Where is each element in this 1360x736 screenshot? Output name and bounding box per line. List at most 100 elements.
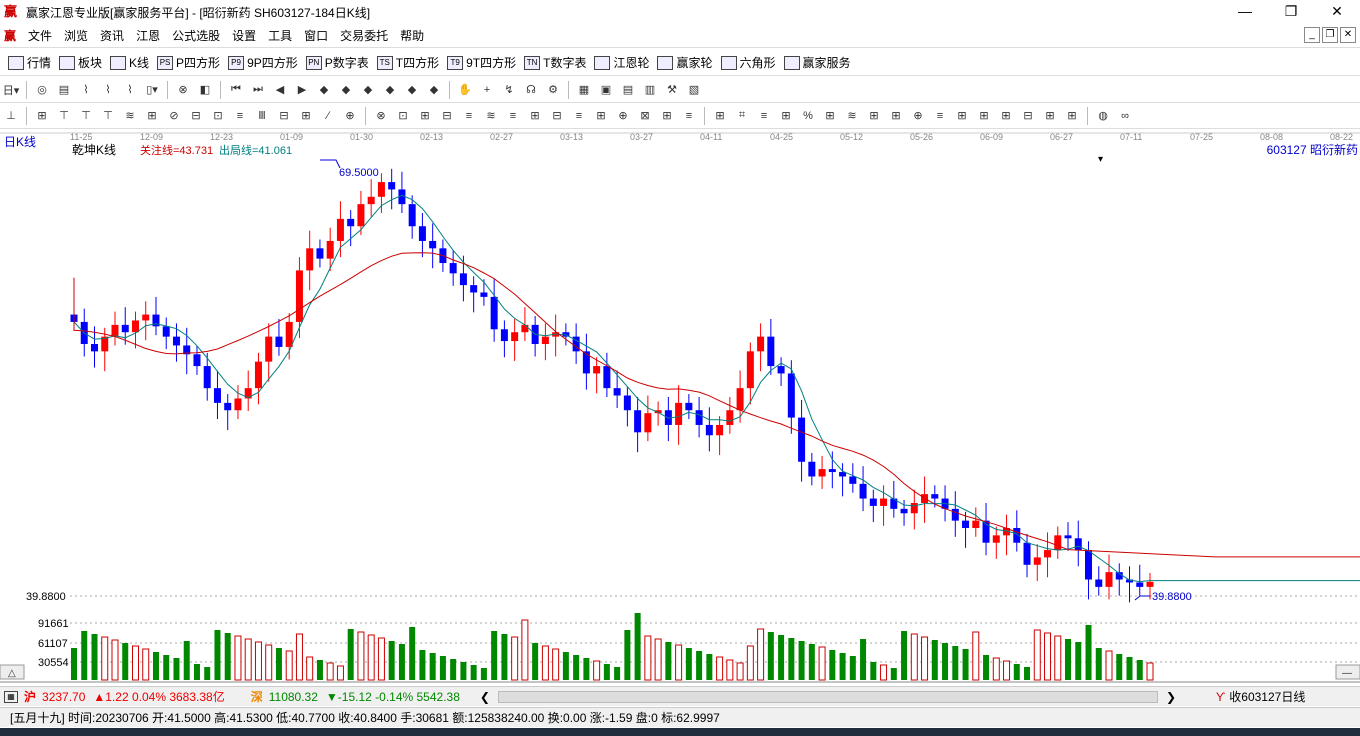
draw-tool-icon[interactable]: ⊞	[777, 107, 795, 125]
menu-gann[interactable]: 江恩	[130, 27, 166, 44]
toolbar-button-10[interactable]: 赢家轮	[657, 54, 713, 71]
last-icon[interactable]: ⏭	[249, 81, 267, 99]
mdi-restore-button[interactable]: ❐	[1322, 27, 1338, 43]
draw-tool-icon[interactable]: ≡	[460, 107, 478, 125]
draw-tool-icon[interactable]: ⊞	[1063, 107, 1081, 125]
draw-tool-icon[interactable]: ≡	[680, 107, 698, 125]
draw-tool-icon[interactable]: ≡	[231, 107, 249, 125]
draw-tool-icon[interactable]: ≡	[755, 107, 773, 125]
draw-tool-icon[interactable]: ⊞	[297, 107, 315, 125]
draw-tool-icon[interactable]: ⊞	[33, 107, 51, 125]
draw-tool-icon[interactable]: ⊞	[711, 107, 729, 125]
draw-tool-icon[interactable]: ⊡	[209, 107, 227, 125]
toolbar-button-8[interactable]: TN T数字表	[524, 54, 586, 71]
mdi-minimize-button[interactable]: _	[1304, 27, 1320, 43]
draw-tool-icon[interactable]: ⊥	[2, 107, 20, 125]
draw-tool-icon[interactable]: ⊡	[394, 107, 412, 125]
tool-icon[interactable]: ◧	[196, 81, 214, 99]
diamond-icon[interactable]: ◆	[381, 81, 399, 99]
period-select-icon[interactable]: 日▾	[2, 81, 20, 99]
draw-tool-icon[interactable]: ⊞	[1041, 107, 1059, 125]
draw-tool-icon[interactable]: ⊞	[143, 107, 161, 125]
draw-tool-icon[interactable]: ⊞	[953, 107, 971, 125]
draw-tool-icon[interactable]: %	[799, 107, 817, 125]
tool-icon[interactable]: ▣	[597, 81, 615, 99]
index-grid-icon[interactable]: ▦	[4, 690, 18, 703]
draw-tool-icon[interactable]: ≡	[570, 107, 588, 125]
toolbar-button-9[interactable]: 江恩轮	[594, 54, 649, 71]
draw-tool-icon[interactable]: ⊞	[887, 107, 905, 125]
draw-tool-icon[interactable]: ⊕	[614, 107, 632, 125]
tool-icon[interactable]: ☊	[522, 81, 540, 99]
draw-tool-icon[interactable]: ⊘	[165, 107, 183, 125]
draw-tool-icon[interactable]: ⊤	[77, 107, 95, 125]
tool-icon[interactable]: ⌇	[99, 81, 117, 99]
right-icon[interactable]: ▶	[293, 81, 311, 99]
draw-tool-icon[interactable]: ⊤	[99, 107, 117, 125]
first-icon[interactable]: ⏮	[227, 81, 245, 99]
draw-tool-icon[interactable]: ⊞	[592, 107, 610, 125]
menu-window[interactable]: 窗口	[298, 27, 334, 44]
diamond-icon[interactable]: ◆	[359, 81, 377, 99]
draw-tool-icon[interactable]: ⊕	[909, 107, 927, 125]
kline-chart[interactable]: 日K线 乾坤K线 关注线=43.731 出局线=41.061 603127 昭衍…	[0, 130, 1360, 685]
tool-icon[interactable]: ▤	[55, 81, 73, 99]
toolbar-button-5[interactable]: PN P数字表	[305, 54, 369, 71]
toolbar-button-2[interactable]: K线	[110, 54, 149, 71]
draw-tool-icon[interactable]: ⊞	[416, 107, 434, 125]
draw-tool-icon[interactable]: ⊞	[865, 107, 883, 125]
tool-icon[interactable]: ↯	[500, 81, 518, 99]
tool-icon[interactable]: ⊗	[174, 81, 192, 99]
toolbar-button-0[interactable]: 行情	[8, 54, 51, 71]
tool-icon[interactable]: ▧	[685, 81, 703, 99]
restore-button[interactable]: ❐	[1268, 0, 1314, 24]
mdi-close-button[interactable]: ✕	[1340, 27, 1356, 43]
draw-tool-icon[interactable]: ≋	[482, 107, 500, 125]
menu-browse[interactable]: 浏览	[58, 27, 94, 44]
draw-tool-icon[interactable]: ≋	[843, 107, 861, 125]
draw-tool-icon[interactable]: ⊞	[658, 107, 676, 125]
menu-help[interactable]: 帮助	[394, 27, 430, 44]
tool-icon[interactable]: ⌇	[77, 81, 95, 99]
left-icon[interactable]: ◀	[271, 81, 289, 99]
scroll-left-icon[interactable]: ❮	[480, 690, 490, 704]
toolbar-button-1[interactable]: 板块	[59, 54, 102, 71]
toolbar-button-7[interactable]: T9 9T四方形	[447, 54, 516, 71]
diamond-icon[interactable]: ◆	[425, 81, 443, 99]
draw-tool-icon[interactable]: ⊞	[975, 107, 993, 125]
menu-settings[interactable]: 设置	[226, 27, 262, 44]
toolbar-button-3[interactable]: PS P四方形	[157, 54, 220, 71]
draw-tool-icon[interactable]: ∕	[319, 107, 337, 125]
hand-icon[interactable]: ✋	[456, 81, 474, 99]
toolbar-button-6[interactable]: TS T四方形	[376, 54, 439, 71]
draw-tool-icon[interactable]: ⊟	[1019, 107, 1037, 125]
save-icon[interactable]: ▥	[641, 81, 659, 99]
minimize-button[interactable]: —	[1222, 0, 1268, 24]
draw-tool-icon[interactable]: ⊞	[526, 107, 544, 125]
tool-icon[interactable]: ⚒	[663, 81, 681, 99]
tool-icon[interactable]: ⌇	[121, 81, 139, 99]
diamond-icon[interactable]: ◆	[315, 81, 333, 99]
menu-news[interactable]: 资讯	[94, 27, 130, 44]
diamond-icon[interactable]: ◆	[403, 81, 421, 99]
draw-tool-icon[interactable]: ⊟	[438, 107, 456, 125]
draw-tool-icon[interactable]: Ⅲ	[253, 107, 271, 125]
draw-tool-icon[interactable]: ≋	[121, 107, 139, 125]
draw-tool-icon[interactable]: ◍	[1094, 107, 1112, 125]
draw-tool-icon[interactable]: ⊞	[997, 107, 1015, 125]
close-button[interactable]: ✕	[1314, 0, 1360, 24]
menu-formula[interactable]: 公式选股	[166, 27, 226, 44]
menu-file[interactable]: 文件	[22, 27, 58, 44]
scroll-right-icon[interactable]: ❯	[1166, 690, 1176, 704]
tool-icon[interactable]: ◎	[33, 81, 51, 99]
diamond-icon[interactable]: ◆	[337, 81, 355, 99]
tool-icon[interactable]: ⚙	[544, 81, 562, 99]
menu-trade[interactable]: 交易委托	[334, 27, 394, 44]
draw-tool-icon[interactable]: ∞	[1116, 107, 1134, 125]
draw-tool-icon[interactable]: ⊠	[636, 107, 654, 125]
draw-tool-icon[interactable]: ≡	[504, 107, 522, 125]
draw-tool-icon[interactable]: ⊟	[275, 107, 293, 125]
draw-tool-icon[interactable]: ⊤	[55, 107, 73, 125]
draw-tool-icon[interactable]: ⊟	[187, 107, 205, 125]
menu-tools[interactable]: 工具	[262, 27, 298, 44]
